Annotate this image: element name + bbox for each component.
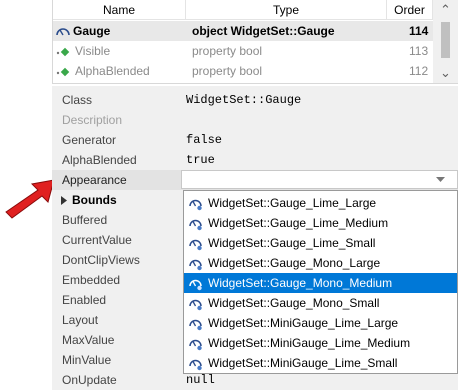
property-value: WidgetSet::Gauge xyxy=(186,93,302,107)
dropdown-option[interactable]: WidgetSet::MiniGauge_Lime_Small xyxy=(184,353,457,373)
property-label: OnUpdate xyxy=(62,373,117,387)
dropdown-option-highlighted[interactable]: WidgetSet::Gauge_Mono_Medium xyxy=(184,273,457,293)
row-name: Visible xyxy=(75,44,111,58)
gauge-icon xyxy=(189,279,202,291)
property-row-generator[interactable]: Generator false xyxy=(52,130,458,150)
dropdown-option-label: WidgetSet::MiniGauge_Lime_Small xyxy=(208,356,398,370)
property-label: DontClipViews xyxy=(62,253,140,267)
dropdown-option[interactable]: WidgetSet::Gauge_Lime_Medium xyxy=(184,213,457,233)
gauge-icon xyxy=(189,239,202,251)
gauge-icon xyxy=(189,339,202,351)
list-row[interactable]: AlphaBlended property bool 112 xyxy=(53,61,433,81)
property-label: Class xyxy=(62,93,93,107)
property-value: false xyxy=(186,133,223,147)
appearance-dropdown: WidgetSet::Gauge_Lime_Large WidgetSet::G… xyxy=(183,190,458,374)
gauge-icon xyxy=(189,299,202,311)
column-header-type[interactable]: Type xyxy=(186,0,387,20)
property-label: Embedded xyxy=(62,273,121,287)
property-label: MaxValue xyxy=(62,333,115,347)
dropdown-option-label: WidgetSet::MiniGauge_Lime_Large xyxy=(208,316,399,330)
appearance-combo[interactable] xyxy=(181,170,458,189)
scrollbar-thumb[interactable] xyxy=(441,22,450,58)
property-label: MinValue xyxy=(62,353,112,367)
list-scrollbar[interactable]: ⌃ ⌄ xyxy=(433,0,458,83)
pointer-arrow-icon xyxy=(5,179,55,219)
property-icon xyxy=(56,65,70,77)
dropdown-option[interactable]: WidgetSet::Gauge_Mono_Small xyxy=(184,293,457,313)
property-value: true xyxy=(186,153,215,167)
row-name: Gauge xyxy=(73,24,111,38)
chevron-up-icon[interactable]: ⌃ xyxy=(433,0,458,20)
dropdown-option-label: WidgetSet::Gauge_Lime_Large xyxy=(208,196,377,210)
gauge-icon xyxy=(189,259,202,271)
property-row-description[interactable]: Description xyxy=(52,110,458,130)
property-label: Enabled xyxy=(62,293,107,307)
dropdown-option[interactable]: WidgetSet::MiniGauge_Lime_Medium xyxy=(184,333,457,353)
gauge-icon xyxy=(189,319,202,331)
property-label: Bounds xyxy=(72,193,117,207)
row-name: AlphaBlended xyxy=(75,64,150,78)
row-order: 112 xyxy=(409,64,429,78)
dropdown-option-label: WidgetSet::MiniGauge_Lime_Medium xyxy=(208,336,411,350)
member-list: Name Type Order Gauge object WidgetSet::… xyxy=(52,0,458,84)
dropdown-option[interactable]: WidgetSet::Gauge_Mono_Large xyxy=(184,253,457,273)
dropdown-option-label: WidgetSet::Gauge_Mono_Small xyxy=(208,296,380,310)
chevron-down-icon[interactable] xyxy=(436,177,445,183)
dropdown-option-label: WidgetSet::Gauge_Lime_Small xyxy=(208,236,376,250)
row-type: property bool xyxy=(192,44,263,58)
property-label: Buffered xyxy=(62,213,108,227)
property-icon xyxy=(56,45,70,57)
gauge-icon xyxy=(189,199,202,211)
chevron-down-icon[interactable]: ⌄ xyxy=(433,63,458,83)
list-header: Name Type Order xyxy=(53,0,433,20)
row-type: object WidgetSet::Gauge xyxy=(192,24,335,38)
property-label: CurrentValue xyxy=(62,233,132,247)
dropdown-option[interactable]: WidgetSet::Gauge_Lime_Large xyxy=(184,193,457,213)
gauge-icon xyxy=(189,359,202,371)
column-header-name[interactable]: Name xyxy=(53,0,186,20)
dropdown-option-label: WidgetSet::Gauge_Lime_Medium xyxy=(208,216,389,230)
property-label: AlphaBlended xyxy=(62,153,137,167)
property-label: Description xyxy=(62,113,123,127)
row-order: 113 xyxy=(409,44,429,58)
dropdown-option[interactable]: WidgetSet::MiniGauge_Lime_Large xyxy=(184,313,457,333)
gauge-icon xyxy=(189,219,202,231)
property-row-class[interactable]: Class WidgetSet::Gauge xyxy=(52,90,458,110)
dropdown-option-label: WidgetSet::Gauge_Mono_Large xyxy=(208,256,381,270)
property-label: Generator xyxy=(62,133,117,147)
column-header-order[interactable]: Order xyxy=(387,0,433,20)
list-row[interactable]: Gauge object WidgetSet::Gauge 114 xyxy=(53,21,433,41)
row-type: property bool xyxy=(192,64,263,78)
gauge-icon xyxy=(56,28,70,36)
dropdown-option[interactable]: WidgetSet::Gauge_Lime_Small xyxy=(184,233,457,253)
expand-arrow-icon[interactable] xyxy=(60,196,68,205)
property-row-alphablended[interactable]: AlphaBlended true xyxy=(52,150,458,170)
list-row[interactable]: Visible property bool 113 xyxy=(53,41,433,61)
dropdown-option-label: WidgetSet::Gauge_Mono_Medium xyxy=(208,276,393,290)
property-label: Layout xyxy=(62,313,99,327)
row-order: 114 xyxy=(409,24,429,38)
property-label: Appearance xyxy=(62,173,127,187)
